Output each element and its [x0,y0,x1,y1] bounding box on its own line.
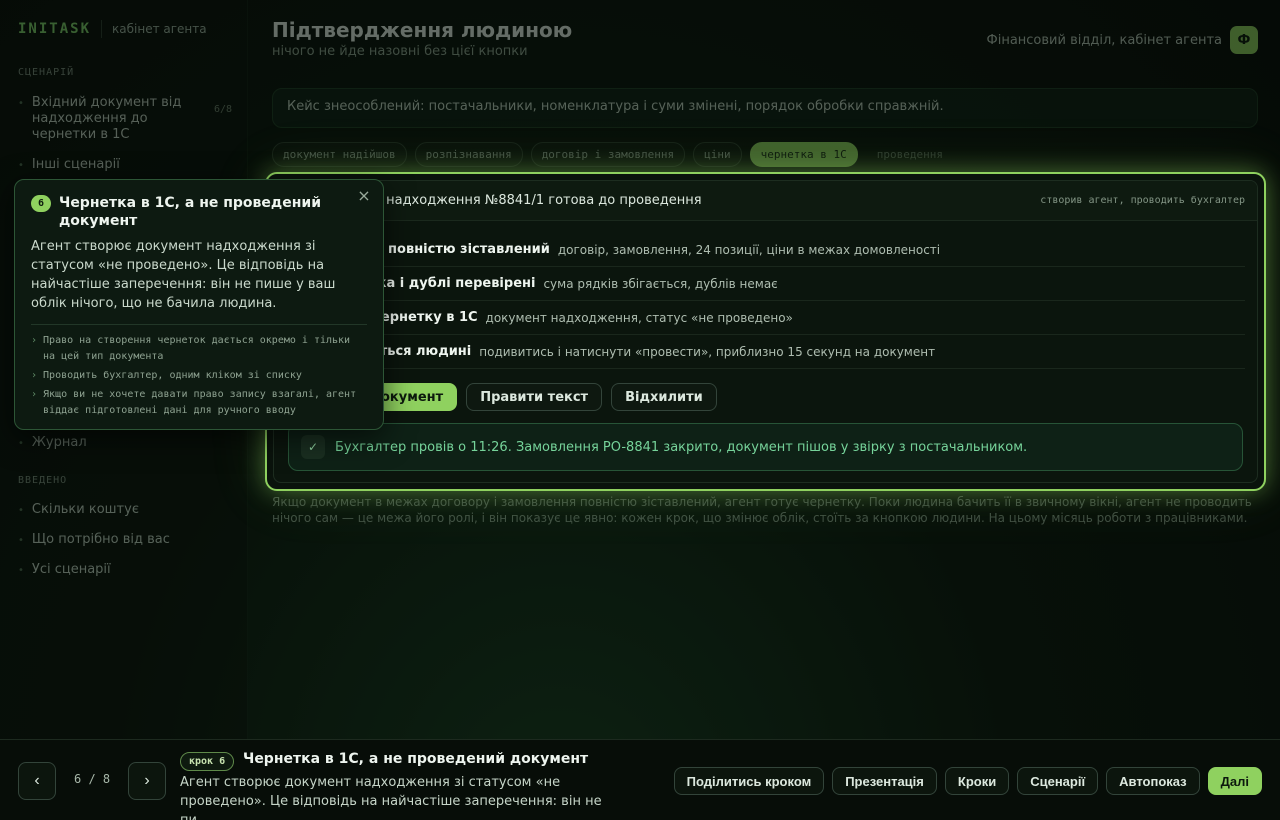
card-meta: створив агент, проводить бухгалтер [1040,195,1245,206]
bullet-icon: • [18,565,24,576]
highlighted-card: а надходження №8841/1 готова до проведен… [265,172,1266,491]
sidebar-item-journal[interactable]: • Журнал [18,435,232,450]
row-label: ється людині [372,344,472,359]
edit-text-button[interactable]: Правити текст [466,383,603,411]
success-text: Бухгалтер провів о 11:26. Замовлення PO-… [335,439,1028,455]
tooltip-bullets: › Право на створення чернеток дається окр… [31,333,367,419]
sidebar-section-intro: ВВЕДЕНО [18,475,68,486]
row-desc: подивитись і натиснути «провести», прибл… [479,344,936,359]
checklist: т повністю зіставлений договір, замовлен… [290,233,1245,369]
tooltip-title: Чернетка в 1С, а не проведений документ [59,195,322,229]
avatar[interactable]: Ф [1230,26,1258,54]
step-pill-prices[interactable]: ціни [693,142,742,167]
sidebar-item-label: Що потрібно від вас [31,532,170,547]
tooltip-body: Агент створює документ надходження зі ст… [31,239,336,311]
bottom-bar: ‹ 6 / 8 › крок 6 Чернетка в 1С, а не про… [0,739,1280,820]
autoplay-button[interactable]: Автопоказ [1106,767,1200,795]
bullet-icon: • [18,438,24,449]
sidebar-item-label: Усі сценарії [31,562,111,577]
step-pill-draft[interactable]: чернетка в 1С [749,142,858,167]
sidebar-section-scenario: СЦЕНАРІЙ [18,67,75,78]
sidebar-item-label: Інші сценарії [31,157,120,172]
list-item: › Проводить бухгалтер, одним кліком зі сп… [31,368,367,384]
step-pill-contract[interactable]: договір і замовлення [530,142,686,167]
next-step-arrow-button[interactable]: › [128,762,166,800]
check-icon: ✓ [301,435,325,459]
bullet-text: Проводить бухгалтер, одним кліком зі спи… [43,370,302,381]
bullet-text: Якщо ви не хочете давати право запису вз… [43,389,357,416]
step-pills: документ надійшов розпізнавання договір … [272,142,954,167]
sidebar-item-count: 6/8 [213,104,232,115]
row-label: т повністю зіставлений [376,242,550,257]
bottom-actions: Поділитись кроком Презентація Кроки Сцен… [673,767,1262,795]
sidebar-item-label: Журнал [31,435,87,450]
explanation-text: Якщо документ в межах договору і замовле… [272,495,1252,525]
card-header: а надходження №8841/1 готова до проведен… [274,181,1257,221]
bullet-icon: • [18,535,24,546]
scenarios-button[interactable]: Сценарії [1017,767,1099,795]
sidebar-item-current-scenario[interactable]: • Вхідний документ від надходження до че… [18,95,232,143]
header-context: Фінансовий відділ, кабінет агента Ф [987,26,1258,54]
sidebar-item-cost[interactable]: • Скільки коштує [18,502,232,517]
page-subtitle: нічого не йде назовні без цієї кнопки [272,44,528,59]
step-pill-document[interactable]: документ надійшов [272,142,407,167]
chevron-right-icon: › [31,335,38,346]
step-pill-posting[interactable]: проведення [866,142,954,167]
info-banner: Кейс знеособлений: постачальники, номенк… [272,88,1258,128]
step-description: Агент створює документ надходження зі ст… [180,775,602,820]
presentation-button[interactable]: Презентація [832,767,937,795]
steps-button[interactable]: Кроки [944,767,1010,795]
sidebar-item-requirements[interactable]: • Що потрібно від вас [18,532,232,547]
row-desc: сума рядків збігається, дублів немає [543,276,778,291]
bullet-icon: • [18,160,24,171]
row-label: мка і дублі перевірені [367,276,536,291]
sidebar-item-other-scenarios[interactable]: • Інші сценарії [18,157,232,172]
step-pill-recognition[interactable]: розпізнавання [414,142,523,167]
brand-subtitle: кабінет агента [112,22,207,36]
close-icon[interactable]: × [355,186,373,206]
sidebar-item-label: Вхідний документ від надходження до черн… [31,95,182,142]
checklist-row: т повністю зіставлений договір, замовлен… [290,233,1245,267]
bullet-text: Право на створення чернеток дається окре… [43,335,351,362]
step-title: Чернетка в 1С, а не проведений документ [243,751,589,767]
list-item: › Якщо ви не хочете давати право запису в… [31,387,367,419]
step-counter: 6 / 8 [74,772,111,786]
sidebar-item-label: Скільки коштує [31,502,139,517]
chevron-right-icon: › [31,389,38,400]
step-tooltip: 6 Чернетка в 1С, а не проведений докумен… [14,179,384,430]
tooltip-header: 6 Чернетка в 1С, а не проведений докумен… [31,194,367,230]
row-desc: договір, замовлення, 24 позиції, ціни в … [557,242,941,257]
brand: INITASK кабінет агента [18,20,207,38]
list-item: › Право на створення чернеток дається окр… [31,333,367,365]
row-label: чернетку в 1С [372,310,478,325]
reject-button[interactable]: Відхилити [611,383,717,411]
page-title: Підтвердження людиною [272,18,573,42]
sidebar-item-all-scenarios[interactable]: • Усі сценарії [18,562,232,577]
step-tag: крок 6 [180,752,235,771]
chevron-right-icon: › [31,370,38,381]
success-notice: ✓ Бухгалтер провів о 11:26. Замовлення P… [288,423,1243,471]
share-step-button[interactable]: Поділитись кроком [673,767,825,795]
brand-divider [101,20,103,38]
checklist-row: чернетку в 1С документ надходження, стат… [290,301,1245,335]
bullet-icon: • [18,98,24,109]
context-label: Фінансовий відділ, кабінет агента [986,32,1222,48]
step-number-badge: 6 [31,195,51,212]
checklist-row: мка і дублі перевірені сума рядків збіга… [290,267,1245,301]
divider [31,324,367,325]
next-button[interactable]: Далі [1207,767,1262,795]
draft-card: а надходження №8841/1 готова до проведен… [273,180,1258,483]
bullet-icon: • [18,505,24,516]
checklist-row: ється людині подивитись і натиснути «про… [290,335,1245,369]
row-desc: документ надходження, статус «не проведе… [485,310,793,325]
brand-logo[interactable]: INITASK [18,21,91,37]
prev-step-button[interactable]: ‹ [18,762,56,800]
